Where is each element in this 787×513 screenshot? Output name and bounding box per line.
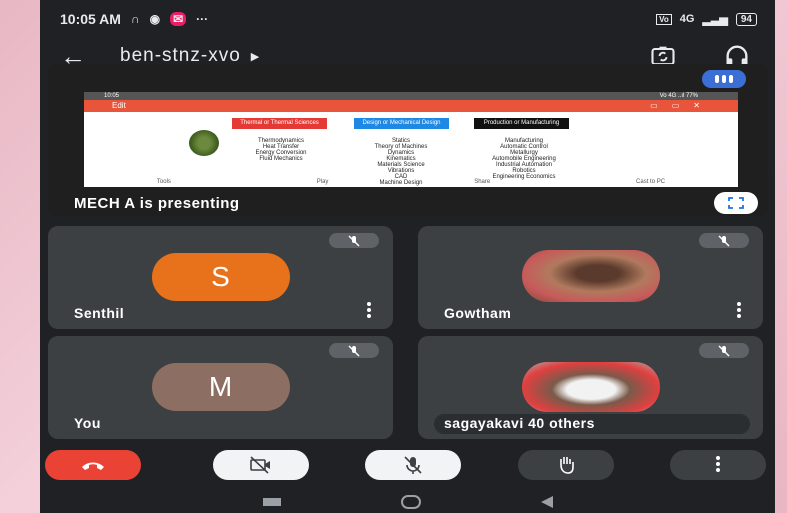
end-call-button[interactable] [45, 450, 141, 480]
mic-muted-icon [404, 456, 422, 474]
record-status-icon: ◉ [149, 12, 161, 26]
participant-tile-senthil[interactable]: S Senthil [48, 226, 393, 329]
android-nav-bar [40, 491, 775, 513]
participant-name: You [74, 415, 101, 431]
shared-tab-play: Play [316, 179, 329, 185]
shared-status-bar: 10:05 Vo 4G ..ıl 77% [84, 92, 738, 100]
raise-hand-icon [560, 457, 574, 474]
mic-off-icon [699, 343, 749, 358]
mail-status-icon: ✉ [170, 12, 187, 26]
mind-map-list-production: Manufacturing Automatic Control Metallurgy… [474, 138, 574, 180]
mind-map-list-thermal: Thermodynamics Heat Transfer Energy Conver… [236, 138, 326, 162]
mind-map-box-thermal: Thermal or Thermal Sciences [232, 118, 327, 129]
shared-edit-bar: Edit ▭▭✕ [84, 100, 738, 112]
shared-tab-share: Share [474, 179, 491, 185]
leaf-illustration [189, 130, 219, 156]
participant-name: Gowtham [444, 305, 512, 321]
audio-activity-icon [702, 70, 746, 88]
avatar: S [151, 253, 290, 301]
avatar: M [151, 363, 290, 411]
more-options-button[interactable] [670, 450, 766, 480]
participant-tile-others[interactable]: sagayakavi 40 others [418, 336, 763, 439]
avatar-photo [521, 362, 660, 412]
mic-off-icon [699, 233, 749, 248]
home-icon[interactable] [400, 495, 421, 509]
more-options-icon[interactable] [737, 302, 741, 320]
meeting-info-caret-icon[interactable]: ▶ [251, 50, 259, 63]
fullscreen-icon [728, 197, 744, 209]
phone-screen: 10:05 AM ∩ ◉ ✉ ··· Vo 4G ▂▃▅ 94 ← ben-st… [40, 0, 775, 513]
mic-off-icon [329, 343, 379, 358]
presenting-label: MECH A is presenting [74, 195, 240, 212]
network-label: 4G [679, 13, 695, 25]
back-nav-icon[interactable] [540, 496, 553, 508]
end-call-icon [82, 462, 104, 470]
raise-hand-button[interactable] [518, 450, 614, 480]
more-vert-icon [716, 456, 720, 474]
status-time: 10:05 AM [60, 11, 121, 27]
shared-tab-tools: Tools [156, 179, 171, 185]
call-controls [40, 450, 775, 486]
participant-tile-gowtham[interactable]: Gowtham [418, 226, 763, 329]
participant-name: Senthil [74, 305, 125, 321]
mind-map-box-production: Production or Manufacturing [474, 118, 569, 129]
shared-bottom-tabs: Tools Play Share Cast to PC [84, 179, 738, 185]
participant-tile-you[interactable]: M You [48, 336, 393, 439]
avatar-photo [521, 250, 660, 302]
mind-map: Thermal or Thermal Sciences Design or Me… [84, 112, 738, 187]
status-bar: 10:05 AM ∩ ◉ ✉ ··· Vo 4G ▂▃▅ 94 [40, 0, 775, 38]
presentation-tile[interactable]: 10:05 Vo 4G ..ıl 77% Edit ▭▭✕ Thermal or… [48, 64, 768, 216]
participant-name: sagayakavi 40 others [444, 415, 595, 431]
fullscreen-button[interactable] [714, 192, 758, 214]
shared-toolbar-icons: ▭▭✕ [650, 101, 714, 110]
mic-toggle-button[interactable] [365, 450, 461, 480]
mind-map-list-item: Fluid Mechanics [259, 156, 303, 162]
shared-tab-cast: Cast to PC [636, 179, 666, 185]
vo-lte-icon: Vo [656, 13, 672, 25]
more-status-icon: ··· [196, 12, 209, 26]
mind-map-box-design: Design or Mechanical Design [354, 118, 449, 129]
battery-indicator: 94 [735, 12, 757, 26]
camera-off-icon [250, 456, 270, 474]
camera-toggle-button[interactable] [213, 450, 309, 480]
mic-off-icon [329, 233, 379, 248]
shared-screen-content: 10:05 Vo 4G ..ıl 77% Edit ▭▭✕ Thermal or… [84, 92, 738, 187]
recents-icon[interactable] [262, 498, 281, 506]
signal-icon: ▂▃▅ [702, 13, 728, 26]
headphone-status-icon: ∩ [130, 12, 140, 26]
more-options-icon[interactable] [367, 302, 371, 320]
